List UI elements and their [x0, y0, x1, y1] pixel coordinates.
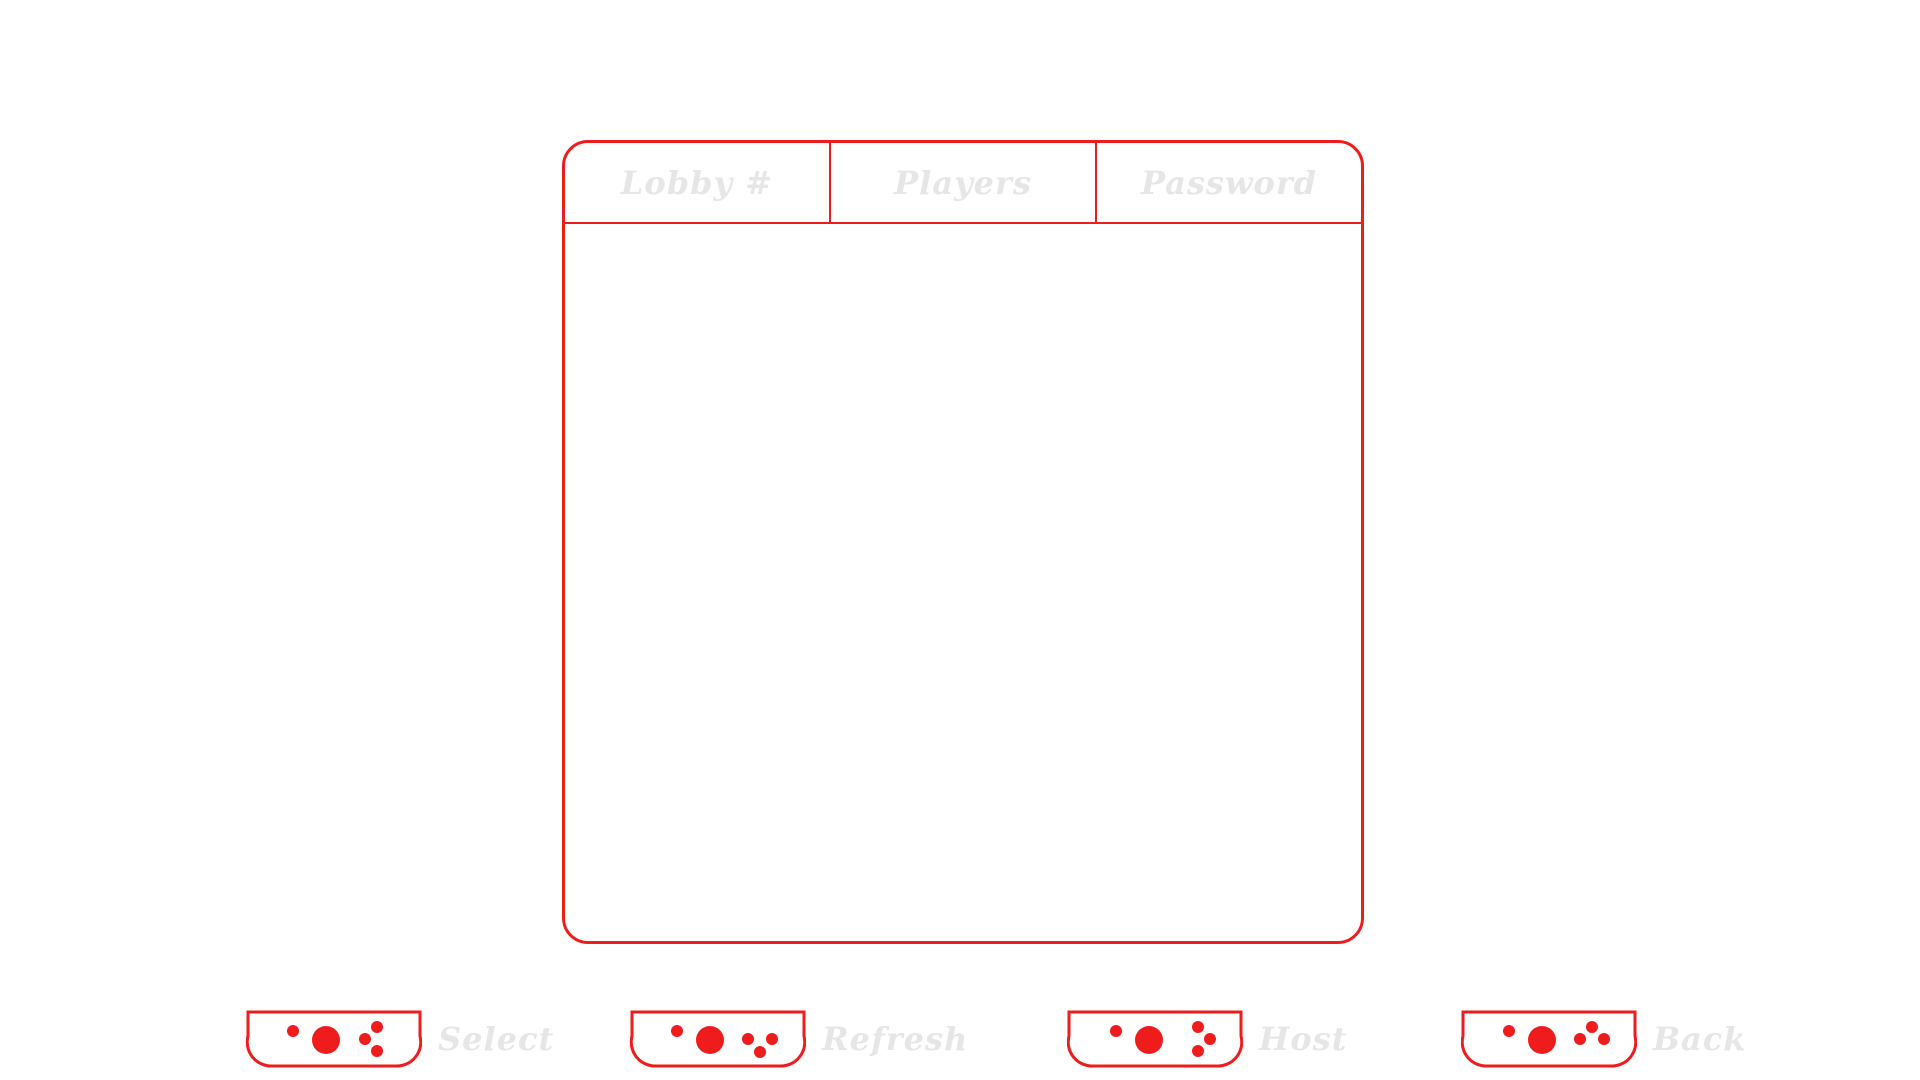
controller-icon [630, 1010, 806, 1068]
host-prompt[interactable]: Host [1067, 1010, 1347, 1068]
back-prompt[interactable]: Back [1461, 1010, 1746, 1068]
column-header-players[interactable]: Players [829, 143, 1095, 222]
select-prompt[interactable]: Select [246, 1010, 554, 1068]
refresh-prompt[interactable]: Refresh [630, 1010, 968, 1068]
controller-icon [246, 1010, 422, 1068]
select-label: Select [438, 1020, 555, 1058]
lobby-table-header: Lobby # Players Password [565, 143, 1361, 224]
lobby-table-body[interactable] [565, 224, 1361, 941]
lobby-list-panel: Lobby # Players Password [562, 140, 1364, 944]
controller-icon [1461, 1010, 1637, 1068]
refresh-label: Refresh [822, 1020, 969, 1058]
column-header-lobby-number[interactable]: Lobby # [565, 143, 829, 222]
controller-icon [1067, 1010, 1243, 1068]
back-label: Back [1653, 1020, 1747, 1058]
column-header-password[interactable]: Password [1095, 143, 1361, 222]
host-label: Host [1259, 1020, 1348, 1058]
